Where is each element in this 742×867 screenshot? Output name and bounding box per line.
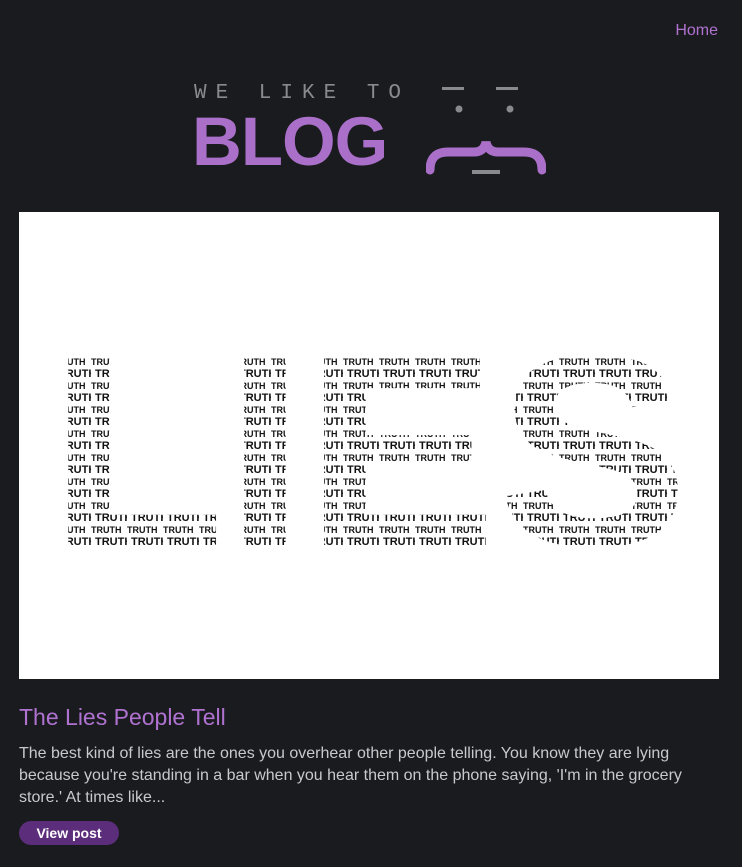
post-title[interactable]: The Lies People Tell — [19, 704, 226, 731]
curly-face-icon — [426, 87, 546, 175]
nav-home-link[interactable]: Home — [675, 22, 718, 40]
site-logo[interactable]: WE LIKE TO BLOG — [192, 80, 552, 180]
lies-word-art: TRUTHTRUTHLIES — [49, 299, 689, 603]
lies-letters: LIES — [49, 299, 689, 603]
page: Home WE LIKE TO BLOG TRUTHTRUTHLIES The … — [0, 0, 742, 867]
view-post-button[interactable]: View post — [19, 821, 119, 845]
post-image[interactable]: TRUTHTRUTHLIES — [19, 212, 719, 679]
logo-tagline: WE LIKE TO — [194, 82, 411, 105]
post-excerpt: The best kind of lies are the ones you o… — [19, 745, 682, 806]
logo-wordmark: BLOG — [192, 103, 388, 180]
